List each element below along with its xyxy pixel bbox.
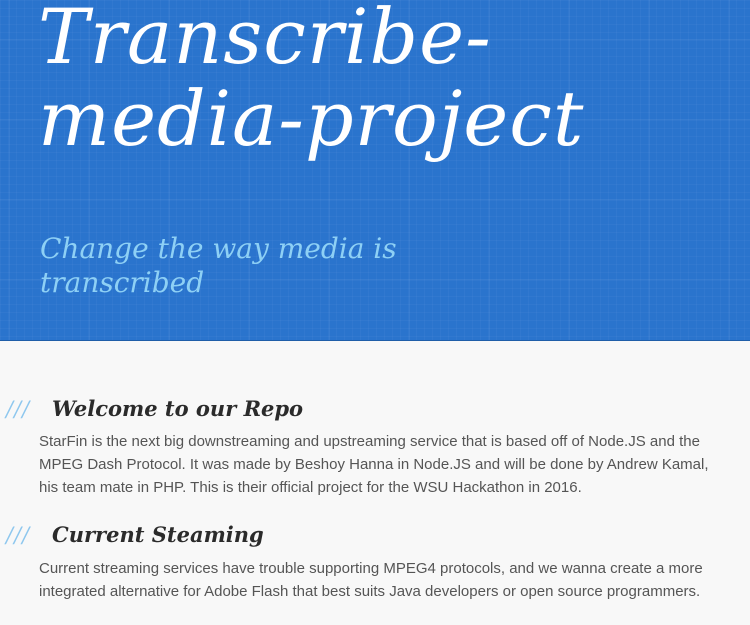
current-streaming-heading: /// Current Steaming bbox=[6, 521, 264, 549]
project-tagline: Change the way media is transcribed bbox=[40, 232, 397, 299]
welcome-body: StarFin is the next big downstreaming an… bbox=[39, 433, 709, 496]
current-streaming-heading-text: Current Steaming bbox=[52, 522, 264, 547]
current-streaming-body: Current streaming services have trouble … bbox=[39, 560, 703, 600]
project-title: Transcribe-media-project bbox=[38, 0, 585, 163]
welcome-heading-text: Welcome to our Repo bbox=[52, 396, 304, 421]
main-content: /// Welcome to our Repo StarFin is the ne… bbox=[0, 341, 750, 625]
page-header: Transcribe-media-project Change the way … bbox=[0, 0, 750, 341]
heading-marker: /// bbox=[6, 397, 31, 421]
welcome-heading: /// Welcome to our Repo bbox=[6, 395, 303, 423]
heading-marker: /// bbox=[6, 523, 31, 547]
